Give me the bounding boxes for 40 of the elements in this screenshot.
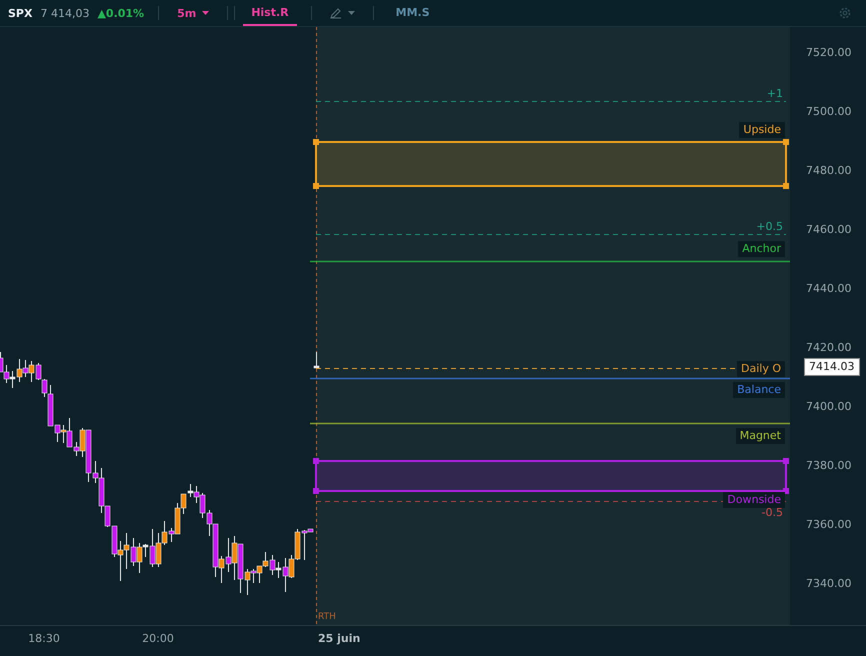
pencil-icon xyxy=(330,7,342,19)
price-tick: 7440.00 xyxy=(806,281,852,297)
price-tick: 7340.00 xyxy=(806,576,852,592)
change-label: ▲0.01% xyxy=(97,6,144,20)
price-tick: 7460.00 xyxy=(806,222,852,238)
time-label: 25 juin xyxy=(318,632,360,645)
symbol-label: SPX xyxy=(8,6,32,20)
indicator-tab[interactable]: MM.S xyxy=(388,0,438,26)
level-label: -0.5 xyxy=(760,506,784,520)
price-tick: 7520.00 xyxy=(806,45,852,61)
candle xyxy=(314,352,320,370)
level-line[interactable] xyxy=(316,501,786,502)
level-label: Daily O xyxy=(737,361,785,377)
level-line[interactable] xyxy=(316,234,786,235)
level-label: Magnet xyxy=(736,428,785,444)
price-tick: 7420.00 xyxy=(806,340,852,356)
price-tick: 7360.00 xyxy=(806,517,852,533)
level-line[interactable] xyxy=(316,101,786,102)
settings-icon[interactable] xyxy=(838,6,852,20)
level-label: Balance xyxy=(733,382,785,398)
session-label: RTH xyxy=(318,612,336,622)
level-label: +1 xyxy=(766,87,784,101)
level-label: +0.5 xyxy=(755,220,784,234)
price-tick: 7480.00 xyxy=(806,163,852,179)
price-zone[interactable] xyxy=(313,139,789,189)
level-label: Upside xyxy=(739,122,785,138)
last-price-tag: 7414.03 xyxy=(804,358,860,376)
interval-dropdown[interactable]: 5m xyxy=(173,6,214,20)
price-tick: 7400.00 xyxy=(806,399,852,415)
time-label: 18:30 xyxy=(28,632,60,645)
level-label: Anchor xyxy=(738,241,785,257)
indicator-tab[interactable]: Hist.R xyxy=(243,0,297,26)
price-label: 7 414,03 xyxy=(40,6,90,20)
price-tick: 7500.00 xyxy=(806,104,852,120)
price-zone[interactable] xyxy=(313,458,789,494)
time-label: 20:00 xyxy=(142,632,174,645)
price-tick: 7380.00 xyxy=(806,458,852,474)
level-label: Downside xyxy=(723,492,785,508)
caret-icon xyxy=(202,11,210,15)
caret-icon xyxy=(348,11,355,15)
